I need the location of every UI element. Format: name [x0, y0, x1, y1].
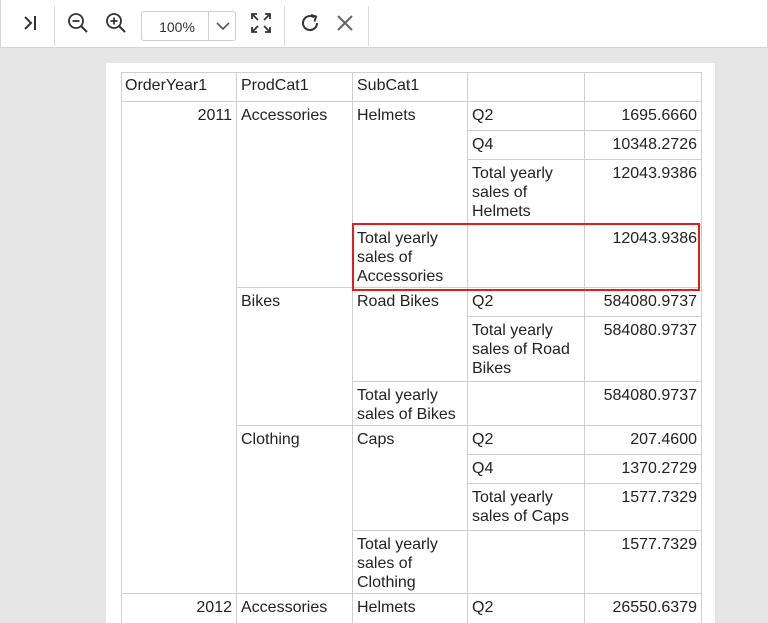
subtotal-label: Total yearly sales of Caps — [468, 484, 585, 531]
category-total-label: Total yearly sales of Clothing — [353, 531, 468, 594]
zoom-out-icon — [67, 12, 89, 34]
sales-value: 207.4600 — [585, 426, 702, 455]
subtotal-value: 1577.7329 — [585, 484, 702, 531]
empty-cell — [468, 531, 585, 594]
sales-value: 10348.2726 — [585, 131, 702, 160]
sales-value: 1370.2729 — [585, 455, 702, 484]
refresh-icon — [299, 12, 321, 34]
toolbar-divider — [368, 6, 369, 46]
category-total-value: 1577.7329 — [585, 531, 702, 594]
toolbar-divider — [54, 6, 55, 46]
selection-highlight — [352, 223, 700, 291]
zoom-in-button[interactable] — [101, 8, 131, 38]
subcat-helmets-2012: Helmets — [353, 594, 468, 623]
quarter-cell: Q4 — [468, 455, 585, 484]
category-total-label: Total yearly sales of Bikes — [353, 382, 468, 426]
subtotal-label: Total yearly sales of Road Bikes — [468, 317, 585, 382]
quarter-cell: Q2 — [468, 426, 585, 455]
zoom-in-icon — [105, 12, 127, 34]
category-total-value: 584080.9737 — [585, 382, 702, 426]
subtotal-value: 584080.9737 — [585, 317, 702, 382]
year-cell-2011: 2011 — [121, 102, 237, 594]
prodcat-clothing: Clothing — [237, 426, 353, 594]
zoom-select[interactable] — [141, 11, 236, 42]
empty-cell — [468, 382, 585, 426]
report-viewer-toolbar — [0, 0, 768, 48]
year-cell-2012: 2012 — [121, 594, 237, 623]
header-sales — [585, 72, 702, 102]
report-page: OrderYear1 ProdCat1 SubCat1 2011 Accesso… — [106, 63, 715, 623]
header-quarter — [468, 72, 585, 102]
header-orderyear: OrderYear1 — [121, 72, 237, 102]
goto-last-page-button[interactable] — [15, 8, 45, 38]
prodcat-accessories-2012: Accessories — [237, 594, 353, 623]
toolbar-divider — [284, 6, 285, 46]
subcat-caps: Caps — [353, 426, 468, 531]
sales-value: 584080.9737 — [585, 288, 702, 317]
zoom-out-button[interactable] — [63, 8, 93, 38]
quarter-cell: Q2 — [468, 288, 585, 317]
quarter-cell: Q4 — [468, 131, 585, 160]
sales-value: 1695.6660 — [585, 102, 702, 131]
subcat-road-bikes: Road Bikes — [353, 288, 468, 382]
close-icon — [336, 14, 354, 32]
fit-page-icon — [250, 12, 272, 34]
zoom-dropdown-button[interactable] — [208, 12, 236, 40]
prodcat-accessories: Accessories — [237, 102, 353, 288]
stop-button[interactable] — [330, 8, 360, 38]
refresh-button[interactable] — [295, 8, 325, 38]
quarter-cell: Q2 — [468, 102, 585, 131]
header-prodcat: ProdCat1 — [237, 72, 353, 102]
prodcat-bikes: Bikes — [237, 288, 353, 426]
subtotal-label: Total yearly sales of Helmets — [468, 160, 585, 225]
header-subcat: SubCat1 — [353, 72, 468, 102]
subtotal-value: 12043.9386 — [585, 160, 702, 225]
zoom-value-input[interactable] — [142, 12, 212, 42]
fit-page-button[interactable] — [246, 8, 276, 38]
quarter-cell: Q2 — [468, 594, 585, 623]
sales-value: 26550.6379 — [585, 594, 702, 623]
subcat-helmets: Helmets — [353, 102, 468, 225]
goto-last-icon — [20, 13, 40, 33]
chevron-down-icon — [215, 21, 230, 31]
